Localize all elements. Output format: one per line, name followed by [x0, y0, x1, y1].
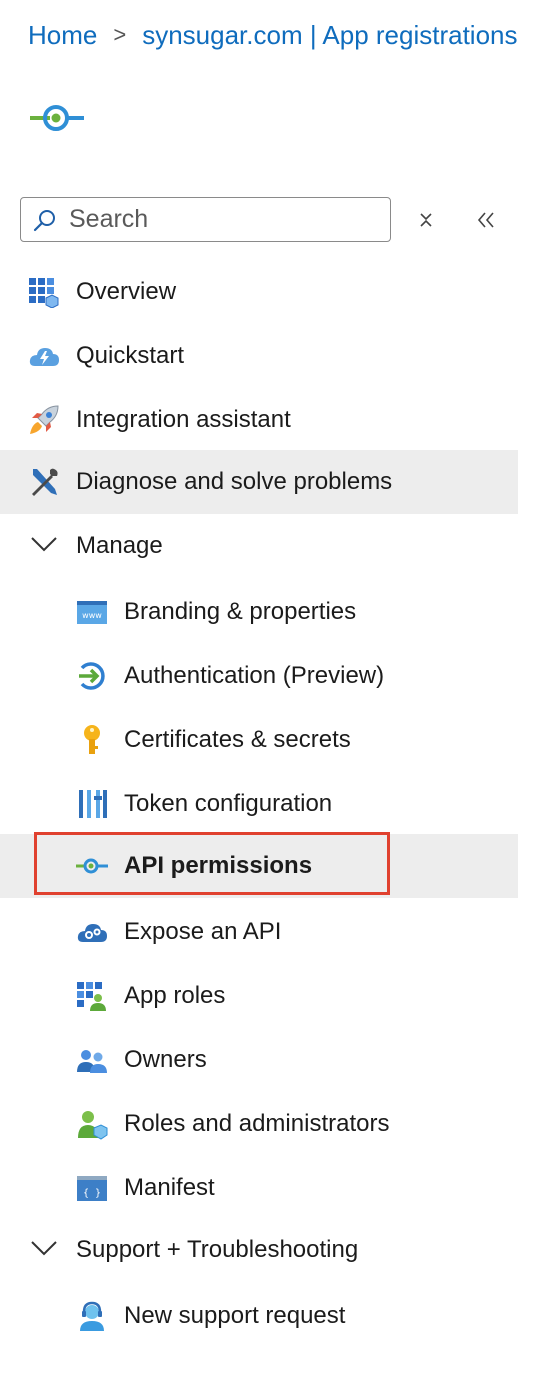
nav-item-manifest[interactable]: { } Manifest	[0, 1156, 518, 1220]
group-support-troubleshooting[interactable]: Support + Troubleshooting	[0, 1218, 518, 1282]
nav-item-label: New support request	[124, 1302, 346, 1329]
nav-item-expose-api[interactable]: Expose an API	[0, 900, 518, 964]
breadcrumb: Home > synsugar.com | App registrations	[28, 14, 518, 56]
authentication-icon	[79, 662, 105, 690]
clear-search-button[interactable]	[411, 205, 441, 235]
nav-item-overview[interactable]: Overview	[0, 260, 518, 324]
nav-item-label: Integration assistant	[76, 406, 291, 433]
chevron-down-icon	[31, 1241, 57, 1256]
wrench-screwdriver-icon	[32, 468, 58, 496]
nav-item-label: Quickstart	[76, 342, 185, 369]
highlight-box	[34, 832, 390, 895]
nav-item-new-support-request[interactable]: New support request	[0, 1284, 518, 1348]
www-window-icon: www	[77, 601, 107, 624]
group-label: Support + Troubleshooting	[76, 1236, 359, 1263]
nav-item-label: Manifest	[124, 1174, 215, 1201]
quickstart-cloud-icon	[29, 348, 59, 366]
double-chevron-left-icon	[477, 212, 494, 228]
group-manage[interactable]: Manage	[0, 514, 518, 578]
nav-item-label: Certificates & secrets	[124, 726, 351, 753]
svg-text:{ }: { }	[83, 1188, 101, 1199]
nav-item-label: Expose an API	[124, 918, 282, 945]
manifest-icon: { }	[77, 1176, 107, 1201]
nav-item-token-configuration[interactable]: Token configuration	[0, 772, 518, 836]
app-roles-icon	[77, 982, 106, 1011]
nav-item-roles-administrators[interactable]: Roles and administrators	[0, 1092, 518, 1156]
nav-item-certificates-secrets[interactable]: Certificates & secrets	[0, 708, 518, 772]
nav-item-owners[interactable]: Owners	[0, 1028, 518, 1092]
search-input[interactable]	[67, 204, 351, 235]
cloud-gears-icon	[77, 924, 107, 942]
breadcrumb-current-link[interactable]: synsugar.com | App registrations	[142, 20, 517, 51]
owners-icon	[77, 1050, 107, 1073]
nav-item-label: Owners	[124, 1046, 207, 1073]
nav-item-label: Authentication (Preview)	[124, 662, 385, 689]
nav-item-authentication[interactable]: Authentication (Preview)	[0, 644, 518, 708]
key-icon	[84, 725, 100, 754]
chevron-down-icon	[31, 537, 57, 552]
token-bars-icon	[79, 790, 107, 818]
nav-item-integration-assistant[interactable]: Integration assistant	[0, 388, 518, 452]
collapse-menu-button[interactable]	[471, 205, 501, 235]
app-registration-icon	[30, 105, 84, 131]
roles-admin-icon	[78, 1111, 108, 1140]
nav-item-label: Token configuration	[124, 790, 333, 817]
nav-item-label: Overview	[76, 278, 177, 305]
search-icon	[33, 209, 55, 231]
nav-item-label: App roles	[124, 982, 226, 1009]
group-label: Manage	[76, 532, 163, 559]
overview-icon	[29, 278, 59, 308]
nav-item-label: Diagnose and solve problems	[76, 468, 393, 495]
search-box[interactable]	[20, 197, 391, 242]
nav-item-label: Roles and administrators	[124, 1110, 390, 1137]
nav-item-diagnose-solve[interactable]: Diagnose and solve problems	[0, 450, 518, 514]
nav-item-branding-properties[interactable]: www Branding & properties	[0, 580, 518, 644]
nav-item-app-roles[interactable]: App roles	[0, 964, 518, 1028]
nav-item-label: Branding & properties	[124, 598, 357, 625]
close-icon	[420, 213, 432, 227]
support-agent-icon	[80, 1301, 104, 1331]
svg-text:www: www	[82, 611, 102, 620]
breadcrumb-separator-icon: >	[113, 22, 127, 47]
nav-item-quickstart[interactable]: Quickstart	[0, 324, 518, 388]
breadcrumb-home-link[interactable]: Home	[28, 20, 97, 51]
rocket-icon	[30, 405, 59, 434]
